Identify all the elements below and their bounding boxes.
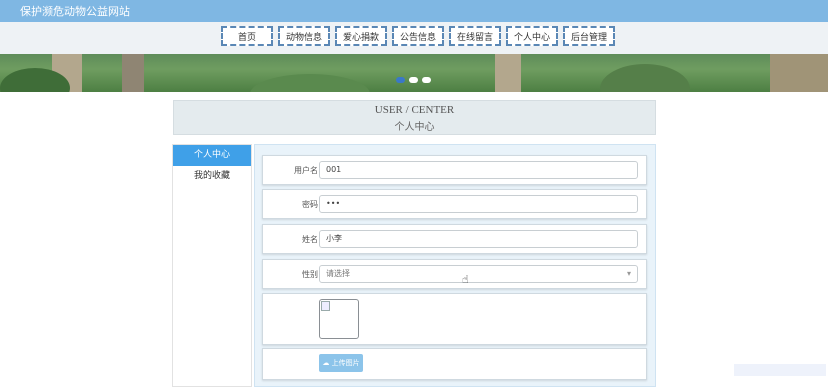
hand-cursor-icon: ☝ (462, 273, 469, 286)
top-header: 保护濒危动物公益网站 (0, 0, 828, 23)
nav-animal-info[interactable]: 动物信息 (278, 26, 330, 46)
nav-admin[interactable]: 后台管理 (563, 26, 615, 46)
username-label: 用户名 (294, 166, 318, 175)
main-nav: 首页 动物信息 爱心捐款 公告信息 在线留言 个人中心 后台管理 (0, 22, 828, 54)
sidebar-item-personal-center[interactable]: 个人中心 (173, 145, 251, 166)
section-title-en: USER / CENTER (374, 104, 455, 116)
carousel-dot[interactable] (409, 77, 418, 83)
avatar-row (262, 293, 647, 345)
username-row: 用户名 001 (262, 155, 647, 185)
cloud-upload-icon: ☁ (322, 359, 330, 367)
gender-select-placeholder: 请选择 (326, 269, 350, 278)
nav-message[interactable]: 在线留言 (449, 26, 501, 46)
gender-row: 性别 请选择 ▾ ☝ (262, 259, 647, 289)
carousel-dot[interactable] (422, 77, 431, 83)
nav-notice[interactable]: 公告信息 (392, 26, 444, 46)
site-title: 保护濒危动物公益网站 (20, 5, 130, 18)
password-row: 密码 ••• (262, 189, 647, 219)
broken-image-icon (321, 301, 330, 311)
sidebar: 个人中心 我的收藏 (172, 144, 252, 387)
name-label: 姓名 (302, 235, 318, 244)
upload-row: ☁ 上传图片 (262, 348, 647, 380)
gender-label: 性别 (302, 270, 318, 279)
nav-personal-center[interactable]: 个人中心 (506, 26, 558, 46)
profile-form: 用户名 001 密码 ••• 姓名 小李 性别 请选择 ▾ ☝ ☁ 上传图片 (254, 144, 656, 387)
name-input[interactable]: 小李 (319, 230, 638, 248)
watermark (734, 364, 826, 376)
nav-home[interactable]: 首页 (221, 26, 273, 46)
sidebar-item-favorites[interactable]: 我的收藏 (173, 166, 251, 187)
nav-donation[interactable]: 爱心捐款 (335, 26, 387, 46)
avatar-preview[interactable] (319, 299, 359, 339)
carousel-dots (396, 77, 431, 83)
chevron-down-icon: ▾ (626, 269, 631, 278)
gender-select[interactable]: 请选择 ▾ ☝ (319, 265, 638, 286)
name-row: 姓名 小李 (262, 224, 647, 254)
username-input[interactable]: 001 (319, 161, 638, 179)
upload-image-button[interactable]: ☁ 上传图片 (319, 354, 363, 372)
password-input[interactable]: ••• (319, 195, 638, 213)
section-header: USER / CENTER 个人中心 (173, 100, 656, 135)
upload-button-label: 上传图片 (331, 359, 360, 367)
banner-carousel (0, 54, 828, 92)
password-label: 密码 (302, 200, 318, 209)
section-title-cn: 个人中心 (394, 122, 435, 133)
carousel-dot[interactable] (396, 77, 405, 83)
